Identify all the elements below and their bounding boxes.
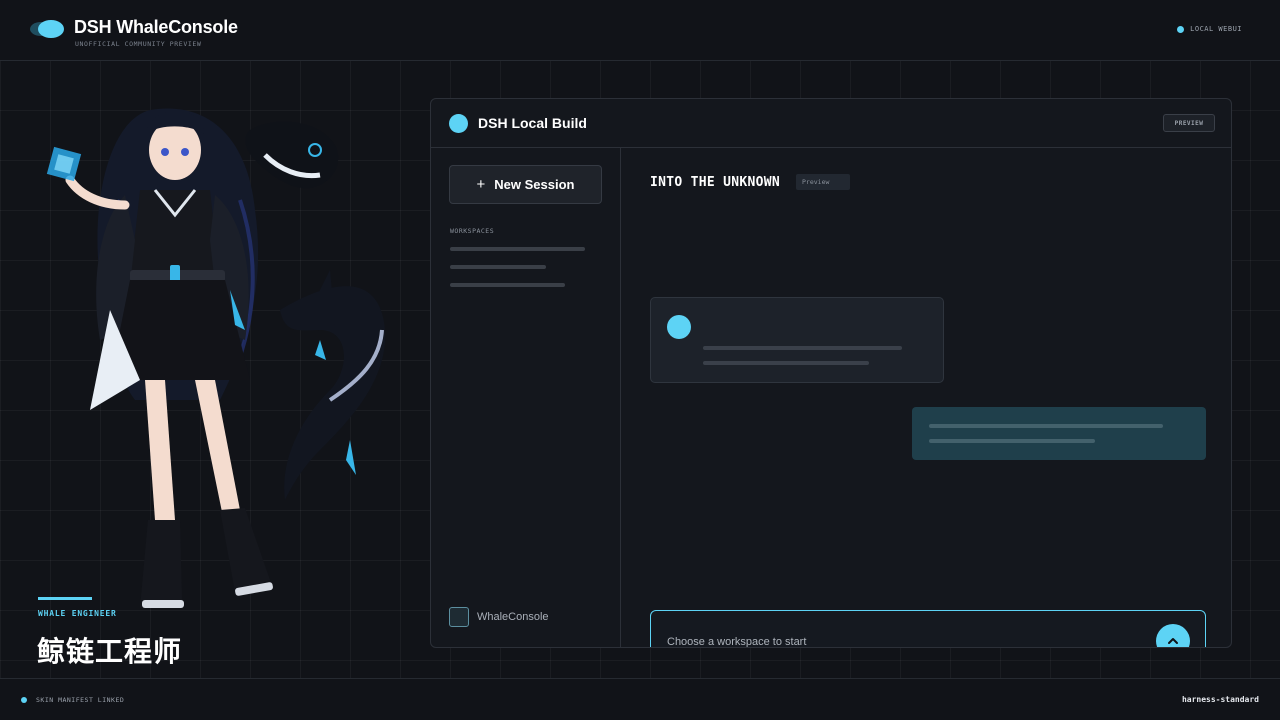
whale-engineer-illustration (46, 108, 386, 608)
workspace-placeholder (450, 247, 585, 251)
chat-title: INTO THE UNKNOWN (650, 175, 781, 190)
new-session-button[interactable]: + New Session (449, 165, 602, 204)
arrow-up-icon (1168, 638, 1178, 644)
brand-subtitle: UNOFFICIAL COMMUNITY PREVIEW (75, 40, 202, 48)
workspaces-heading: WORKSPACES (450, 227, 495, 235)
manifest-dot-icon (21, 697, 27, 703)
brand-title: DSH WhaleConsole (74, 17, 238, 37)
status-circle-icon (449, 114, 468, 133)
app-footer: SKIN MANIFEST LINKED harness-standard (0, 678, 1280, 720)
preview-badge: PREVIEW (1163, 114, 1215, 132)
message-composer (650, 610, 1206, 647)
role-label: WHALE ENGINEER (38, 609, 117, 618)
sidebar-footer[interactable]: WhaleConsole (449, 607, 549, 627)
status-text: LOCAL WEBUI (1190, 25, 1242, 33)
message-input[interactable] (667, 632, 1137, 647)
manifest-status: SKIN MANIFEST LINKED (21, 696, 124, 704)
message-line-placeholder (703, 346, 902, 350)
role-accent-bar (38, 597, 92, 600)
app-header: DSH WhaleConsole UNOFFICIAL COMMUNITY PR… (0, 0, 1280, 61)
message-line-placeholder (703, 361, 869, 365)
window-title: DSH Local Build (478, 115, 587, 131)
chat-preview-badge: Preview (796, 174, 850, 190)
status-dot-icon (1177, 25, 1185, 33)
workspace-placeholder (450, 283, 565, 287)
role-title: 鲸链工程师 (37, 635, 183, 668)
send-button[interactable] (1156, 624, 1190, 647)
workspace-placeholder (450, 265, 546, 269)
whale-logo-icon (30, 19, 64, 39)
message-line-placeholder (929, 439, 1095, 443)
sidebar: + New Session WORKSPACES WhaleConsole (431, 148, 621, 647)
user-message-placeholder (912, 407, 1206, 460)
console-window: DSH Local Build PREVIEW + New Session WO… (430, 98, 1232, 648)
assistant-avatar (667, 315, 691, 339)
window-header: DSH Local Build PREVIEW (431, 99, 1231, 148)
sidebar-footer-label: WhaleConsole (477, 611, 549, 623)
harness-label: harness-standard (1181, 695, 1259, 704)
manifest-status-text: SKIN MANIFEST LINKED (36, 696, 125, 704)
chat-panel: INTO THE UNKNOWN Preview (622, 148, 1231, 647)
app-square-icon (449, 607, 469, 627)
new-session-label: New Session (494, 177, 575, 192)
status-indicator: LOCAL WEBUI (1177, 25, 1242, 33)
assistant-message-placeholder (650, 297, 944, 383)
message-line-placeholder (929, 424, 1163, 428)
plus-icon: + (476, 176, 486, 193)
